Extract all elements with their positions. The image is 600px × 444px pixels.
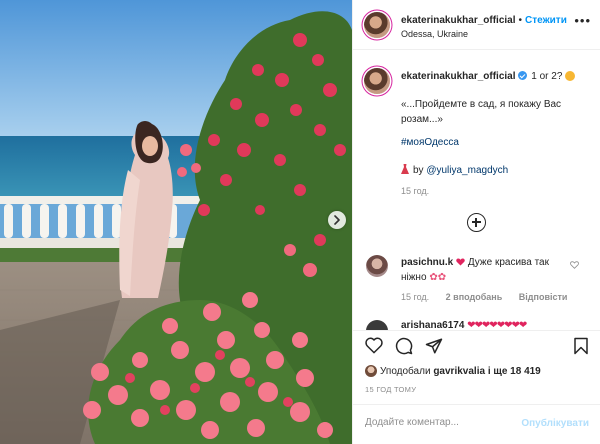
credit-user-link[interactable]: @yuliya_magdych xyxy=(426,165,508,176)
comment-avatar[interactable] xyxy=(366,255,388,277)
liked-by-prefix: Уподобали xyxy=(380,366,431,377)
likes-summary[interactable]: Уподобали gavrikvalia і ще 18 419 xyxy=(365,365,541,377)
comment-username[interactable]: arishana6174 xyxy=(401,320,464,330)
smile-emoji-icon xyxy=(565,71,576,81)
action-bar: Уподобали gavrikvalia і ще 18 419 xyxy=(353,330,600,390)
red-heart-emoji-icon xyxy=(456,258,465,266)
comment-likes[interactable]: 2 вподобань xyxy=(446,292,503,302)
caption-hashtag[interactable]: #мояОдесса xyxy=(401,137,459,148)
post-photo[interactable] xyxy=(0,0,352,444)
credit-prefix: by xyxy=(413,165,424,176)
hearts-emoji-icon: ❤❤❤❤❤❤❤❤ xyxy=(467,320,527,330)
verified-icon xyxy=(517,71,527,80)
post-location[interactable]: Odessa, Ukraine xyxy=(401,29,468,39)
follow-button[interactable]: Стежити xyxy=(525,15,567,26)
load-more-comments-plus-circle-icon[interactable] xyxy=(467,213,486,232)
flower-emoji-icon: ✿✿ xyxy=(429,272,447,283)
caption-time[interactable]: 15 год. xyxy=(401,186,429,196)
next-photo-button[interactable] xyxy=(328,211,346,229)
author-line: ekaterinakukhar_official • Стежити xyxy=(401,15,567,26)
liker-avatar xyxy=(365,365,377,377)
comment-body: pasichnu.k Дуже красива так ніжно ✿✿ xyxy=(401,255,561,285)
post-panel: ekaterinakukhar_official • Стежити Odessa,… xyxy=(352,0,600,444)
author-username[interactable]: ekaterinakukhar_official xyxy=(401,15,516,26)
caption-first-line: 1 or 2? xyxy=(531,71,563,82)
comment-meta: 15 год. 2 вподобань Відповісти xyxy=(401,292,581,302)
bookmark-icon[interactable] xyxy=(573,337,589,355)
post-header: ekaterinakukhar_official • Стежити Odessa,… xyxy=(353,0,600,50)
caption-credit: by @yuliya_magdych xyxy=(401,164,508,176)
photo-image xyxy=(0,0,352,444)
liked-by-suffix[interactable]: і ще 18 419 xyxy=(488,366,541,377)
like-comment-heart-icon[interactable] xyxy=(570,261,579,269)
comment-composer: Опублікувати xyxy=(353,404,600,444)
separator-dot: • xyxy=(518,15,523,26)
post-date[interactable]: 15 ГОД ТОМУ xyxy=(365,385,416,394)
author-avatar[interactable] xyxy=(364,12,390,38)
more-options-icon[interactable]: ••• xyxy=(574,14,591,27)
comment-body: arishana6174 ❤❤❤❤❤❤❤❤ xyxy=(401,320,527,330)
caption-username[interactable]: ekaterinakukhar_official xyxy=(401,71,516,82)
comments-section[interactable]: ekaterinakukhar_official 1 or 2? «...Про… xyxy=(353,50,600,330)
next-icon xyxy=(334,215,340,225)
comment-time[interactable]: 15 год. xyxy=(401,292,429,302)
comment-avatar[interactable] xyxy=(366,320,388,330)
heart-icon[interactable] xyxy=(365,337,383,354)
comment-input[interactable] xyxy=(365,417,525,428)
caption-text: «...Пройдемте в сад, я покажу Вас розам.… xyxy=(401,99,562,125)
caption-header: ekaterinakukhar_official 1 or 2? xyxy=(401,71,576,82)
dress-emoji-icon xyxy=(401,164,409,174)
comment-username[interactable]: pasichnu.k xyxy=(401,257,453,268)
comment-icon[interactable] xyxy=(395,337,413,355)
liked-by-user[interactable]: gavrikvalia xyxy=(433,366,485,377)
reply-button[interactable]: Відповісти xyxy=(519,292,568,302)
caption-avatar[interactable] xyxy=(364,68,390,94)
publish-button[interactable]: Опублікувати xyxy=(521,418,589,429)
share-icon[interactable] xyxy=(425,337,443,355)
